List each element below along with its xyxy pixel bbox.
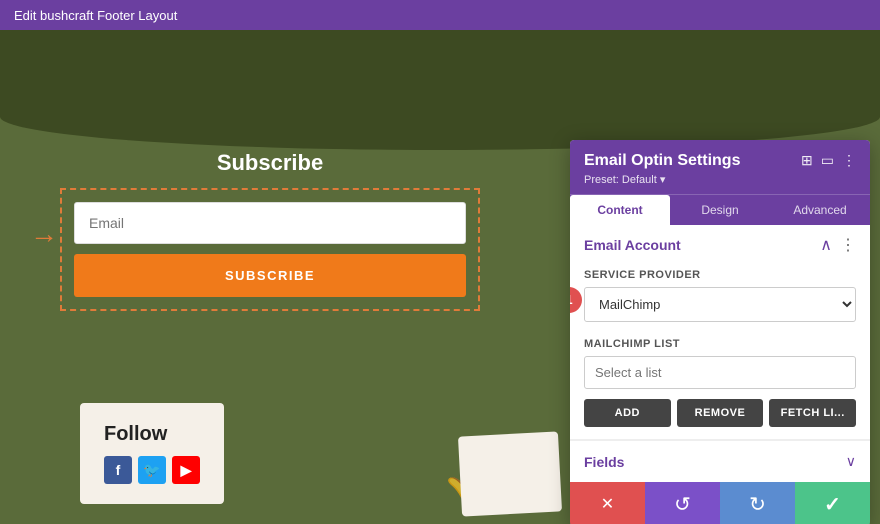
close-button[interactable]: ✕ xyxy=(570,482,645,524)
settings-panel: Email Optin Settings Preset: Default ▾ ⊞… xyxy=(570,140,870,524)
fields-section: Fields ∨ xyxy=(570,440,870,482)
panel-icon-more[interactable]: ⋮ xyxy=(842,152,856,169)
add-button[interactable]: ADD xyxy=(584,399,671,427)
top-bar-title: Edit bushcraft Footer Layout xyxy=(14,8,177,23)
service-provider-select[interactable]: MailChimp AWeber GetResponse xyxy=(584,287,856,322)
follow-title: Follow xyxy=(104,423,200,446)
email-account-section: Email Account ∧ ⋮ 1 Service Provider Mai… xyxy=(570,225,870,440)
email-account-more-icon[interactable]: ⋮ xyxy=(840,235,856,255)
redo-button[interactable]: ↻ xyxy=(720,482,795,524)
arrow-indicator: → xyxy=(30,218,58,250)
panel-preset[interactable]: Preset: Default ▾ xyxy=(584,173,740,186)
mailchimp-list-label: MailChimp List xyxy=(584,338,856,350)
tab-content[interactable]: Content xyxy=(570,195,670,225)
redo-icon: ↻ xyxy=(749,492,766,517)
top-bar: Edit bushcraft Footer Layout xyxy=(0,0,880,30)
panel-tabs: Content Design Advanced xyxy=(570,194,870,225)
mailchimp-list-section: MailChimp List ADD REMOVE FETCH LI... xyxy=(570,334,870,439)
panel-body: Email Account ∧ ⋮ 1 Service Provider Mai… xyxy=(570,225,870,482)
mailchimp-list-input[interactable] xyxy=(584,356,856,389)
subscribe-button[interactable]: SUBSCRIBE xyxy=(74,254,466,297)
list-buttons: ADD REMOVE FETCH LI... xyxy=(584,399,856,427)
fetch-list-button[interactable]: FETCH LI... xyxy=(769,399,856,427)
twitter-icon[interactable]: 🐦 xyxy=(138,456,166,484)
panel-header: Email Optin Settings Preset: Default ▾ ⊞… xyxy=(570,140,870,194)
collapse-icon[interactable]: ∧ xyxy=(820,235,832,255)
email-input[interactable] xyxy=(74,202,466,244)
tab-design[interactable]: Design xyxy=(670,195,770,225)
fields-chevron-icon[interactable]: ∨ xyxy=(846,453,856,470)
service-provider-label: Service Provider xyxy=(584,269,856,281)
tab-advanced[interactable]: Advanced xyxy=(770,195,870,225)
fields-title: Fields xyxy=(584,454,624,470)
social-icons: f 🐦 ▶ xyxy=(104,456,200,484)
email-account-header: Email Account ∧ ⋮ xyxy=(570,225,870,265)
bottom-bar: ✕ ↺ ↻ ✓ xyxy=(570,482,870,524)
subscribe-section: Subscribe SUBSCRIBE xyxy=(60,150,480,311)
canvas-area: → Subscribe SUBSCRIBE Follow f 🐦 ▶ 🤚 Ema… xyxy=(0,30,880,524)
panel-title: Email Optin Settings xyxy=(584,152,740,170)
step-badge-1: 1 xyxy=(570,287,582,313)
subscribe-title: Subscribe xyxy=(60,150,480,176)
card-decoration xyxy=(458,431,562,516)
facebook-icon[interactable]: f xyxy=(104,456,132,484)
remove-button[interactable]: REMOVE xyxy=(677,399,764,427)
close-icon: ✕ xyxy=(601,494,614,514)
confirm-button[interactable]: ✓ xyxy=(795,482,870,524)
follow-section: Follow f 🐦 ▶ xyxy=(80,403,224,504)
panel-icons: ⊞ ▭ ⋮ xyxy=(801,152,856,169)
undo-button[interactable]: ↺ xyxy=(645,482,720,524)
check-icon: ✓ xyxy=(824,492,841,517)
youtube-icon[interactable]: ▶ xyxy=(172,456,200,484)
email-account-title: Email Account xyxy=(584,237,681,253)
panel-icon-split[interactable]: ▭ xyxy=(821,152,834,169)
email-account-controls: ∧ ⋮ xyxy=(820,235,856,255)
panel-icon-fullscreen[interactable]: ⊞ xyxy=(801,152,813,169)
service-provider-section: 1 Service Provider MailChimp AWeber GetR… xyxy=(570,265,870,334)
bg-texture xyxy=(0,30,880,150)
subscribe-form-wrapper: SUBSCRIBE xyxy=(60,188,480,311)
undo-icon: ↺ xyxy=(674,492,691,517)
